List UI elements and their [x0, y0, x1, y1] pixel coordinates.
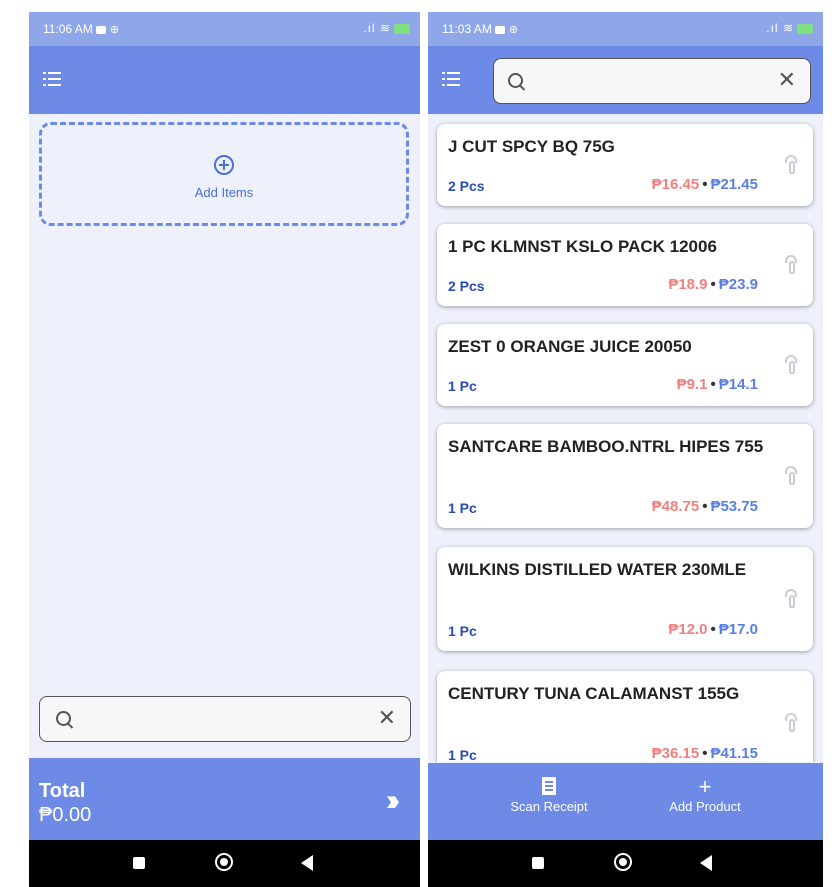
menu-icon[interactable]	[442, 72, 460, 86]
item-qty: 1 Pc	[448, 500, 477, 516]
price-separator: •	[702, 498, 708, 515]
back-triangle-icon[interactable]	[301, 855, 313, 871]
item-list: J CUT SPCY BQ 75G 2 Pcs ₱16.45 • ₱21.45 1 …	[428, 114, 823, 762]
status-bar: 11:03 AM ⊕ .ıl ≋	[428, 12, 823, 46]
item-qty: 1 Pc	[448, 623, 477, 639]
tap-hand-icon	[785, 355, 801, 377]
item-cost: ₱9.1	[676, 376, 708, 393]
globe-icon: ⊕	[508, 24, 519, 36]
item-card[interactable]: J CUT SPCY BQ 75G 2 Pcs ₱16.45 • ₱21.45	[437, 124, 813, 206]
home-circle-icon[interactable]	[614, 853, 632, 871]
item-cost: ₱36.15	[651, 745, 700, 762]
search-input[interactable]: ✕	[493, 58, 811, 104]
item-qty: 1 Pc	[448, 747, 477, 762]
search-icon	[56, 711, 71, 726]
tap-hand-icon	[785, 713, 801, 735]
total-label: Total	[39, 780, 86, 802]
item-qty: 2 Pcs	[448, 278, 485, 294]
youtube-icon	[494, 25, 505, 34]
status-time: 11:06 AM	[43, 22, 93, 36]
battery-icon	[797, 23, 813, 34]
scan-receipt-button[interactable]: Scan Receipt	[489, 777, 609, 814]
item-cost: ₱16.45	[651, 176, 700, 193]
receipt-icon	[542, 777, 556, 795]
item-price: ₱17.0	[718, 621, 758, 638]
item-name: ZEST 0 ORANGE JUICE 20050	[448, 337, 692, 356]
wifi-icon: ≋	[782, 21, 794, 35]
recents-square-icon[interactable]	[133, 857, 145, 869]
double-chevron-right-icon[interactable]: ››	[386, 784, 400, 818]
add-circle-icon	[214, 155, 234, 175]
globe-icon: ⊕	[109, 24, 120, 36]
system-nav-bar	[428, 840, 823, 887]
item-price: ₱53.75	[710, 498, 758, 515]
home-circle-icon[interactable]	[215, 853, 233, 871]
item-cost: ₱12.0	[668, 621, 708, 638]
tap-hand-icon	[785, 255, 801, 277]
item-price: ₱14.1	[718, 376, 758, 393]
item-name: WILKINS DISTILLED WATER 230MLE	[448, 560, 747, 579]
back-triangle-icon[interactable]	[700, 855, 712, 871]
item-cost: ₱18.9	[668, 276, 708, 293]
status-time: 11:03 AM	[442, 22, 492, 36]
total-bar: Total ₱0.00 ››	[29, 758, 420, 840]
item-qty: 2 Pcs	[448, 178, 485, 194]
item-card[interactable]: ZEST 0 ORANGE JUICE 20050 1 Pc ₱9.1 • ₱14.…	[437, 324, 813, 406]
item-price: ₱41.15	[710, 745, 758, 762]
item-card[interactable]: SANTCARE BAMBOO.NTRL HIPES 755 1 Pc ₱48.…	[437, 424, 813, 528]
search-icon	[508, 73, 523, 88]
item-name: 1 PC KLMNST KSLO PACK 12006	[448, 237, 717, 256]
search-input[interactable]: ✕	[39, 696, 411, 742]
item-name: SANTCARE BAMBOO.NTRL HIPES 755	[448, 437, 764, 456]
item-card[interactable]: CENTURY TUNA CALAMANST 155G 1 Pc ₱36.15 •…	[437, 671, 813, 762]
signal-icon: .ıl	[766, 21, 779, 35]
price-separator: •	[710, 376, 716, 393]
item-name: CENTURY TUNA CALAMANST 155G	[448, 684, 740, 703]
close-icon[interactable]: ✕	[378, 707, 396, 729]
price-separator: •	[702, 745, 708, 762]
youtube-icon	[95, 25, 106, 34]
bottom-action-bar: Scan Receipt + Add Product	[428, 763, 823, 840]
battery-icon	[394, 23, 410, 34]
item-price: ₱23.9	[718, 276, 758, 293]
app-bar	[29, 46, 420, 114]
close-icon[interactable]: ✕	[778, 69, 796, 91]
price-separator: •	[710, 276, 716, 293]
right-screen: 11:03 AM ⊕ .ıl ≋ ✕ J CUT SPCY BQ 75G 2 Pc…	[428, 12, 823, 887]
system-nav-bar	[29, 840, 420, 887]
status-bar: 11:06 AM ⊕ .ıl ≋	[29, 12, 420, 46]
add-items-area[interactable]: Add Items	[39, 122, 409, 226]
item-card[interactable]: WILKINS DISTILLED WATER 230MLE 1 Pc ₱12.…	[437, 547, 813, 651]
plus-icon: +	[698, 774, 712, 799]
add-items-label: Add Items	[194, 185, 254, 200]
total-value: ₱0.00	[39, 804, 92, 826]
item-card[interactable]: 1 PC KLMNST KSLO PACK 12006 2 Pcs ₱18.9 •…	[437, 224, 813, 306]
left-screen: 11:06 AM ⊕ .ıl ≋ Add Items ✕ Total ₱0.00 …	[29, 12, 420, 887]
tap-hand-icon	[785, 589, 801, 611]
price-separator: •	[710, 621, 716, 638]
add-product-button[interactable]: + Add Product	[645, 774, 765, 815]
scan-receipt-label: Scan Receipt	[510, 799, 588, 814]
wifi-icon: ≋	[379, 21, 391, 35]
recents-square-icon[interactable]	[532, 857, 544, 869]
item-name: J CUT SPCY BQ 75G	[448, 137, 615, 156]
tap-hand-icon	[785, 155, 801, 177]
menu-icon[interactable]	[43, 72, 61, 86]
item-cost: ₱48.75	[651, 498, 700, 515]
price-separator: •	[702, 176, 708, 193]
item-qty: 1 Pc	[448, 378, 477, 394]
tap-hand-icon	[785, 466, 801, 488]
signal-icon: .ıl	[363, 21, 376, 35]
add-product-label: Add Product	[669, 799, 741, 814]
item-price: ₱21.45	[710, 176, 758, 193]
